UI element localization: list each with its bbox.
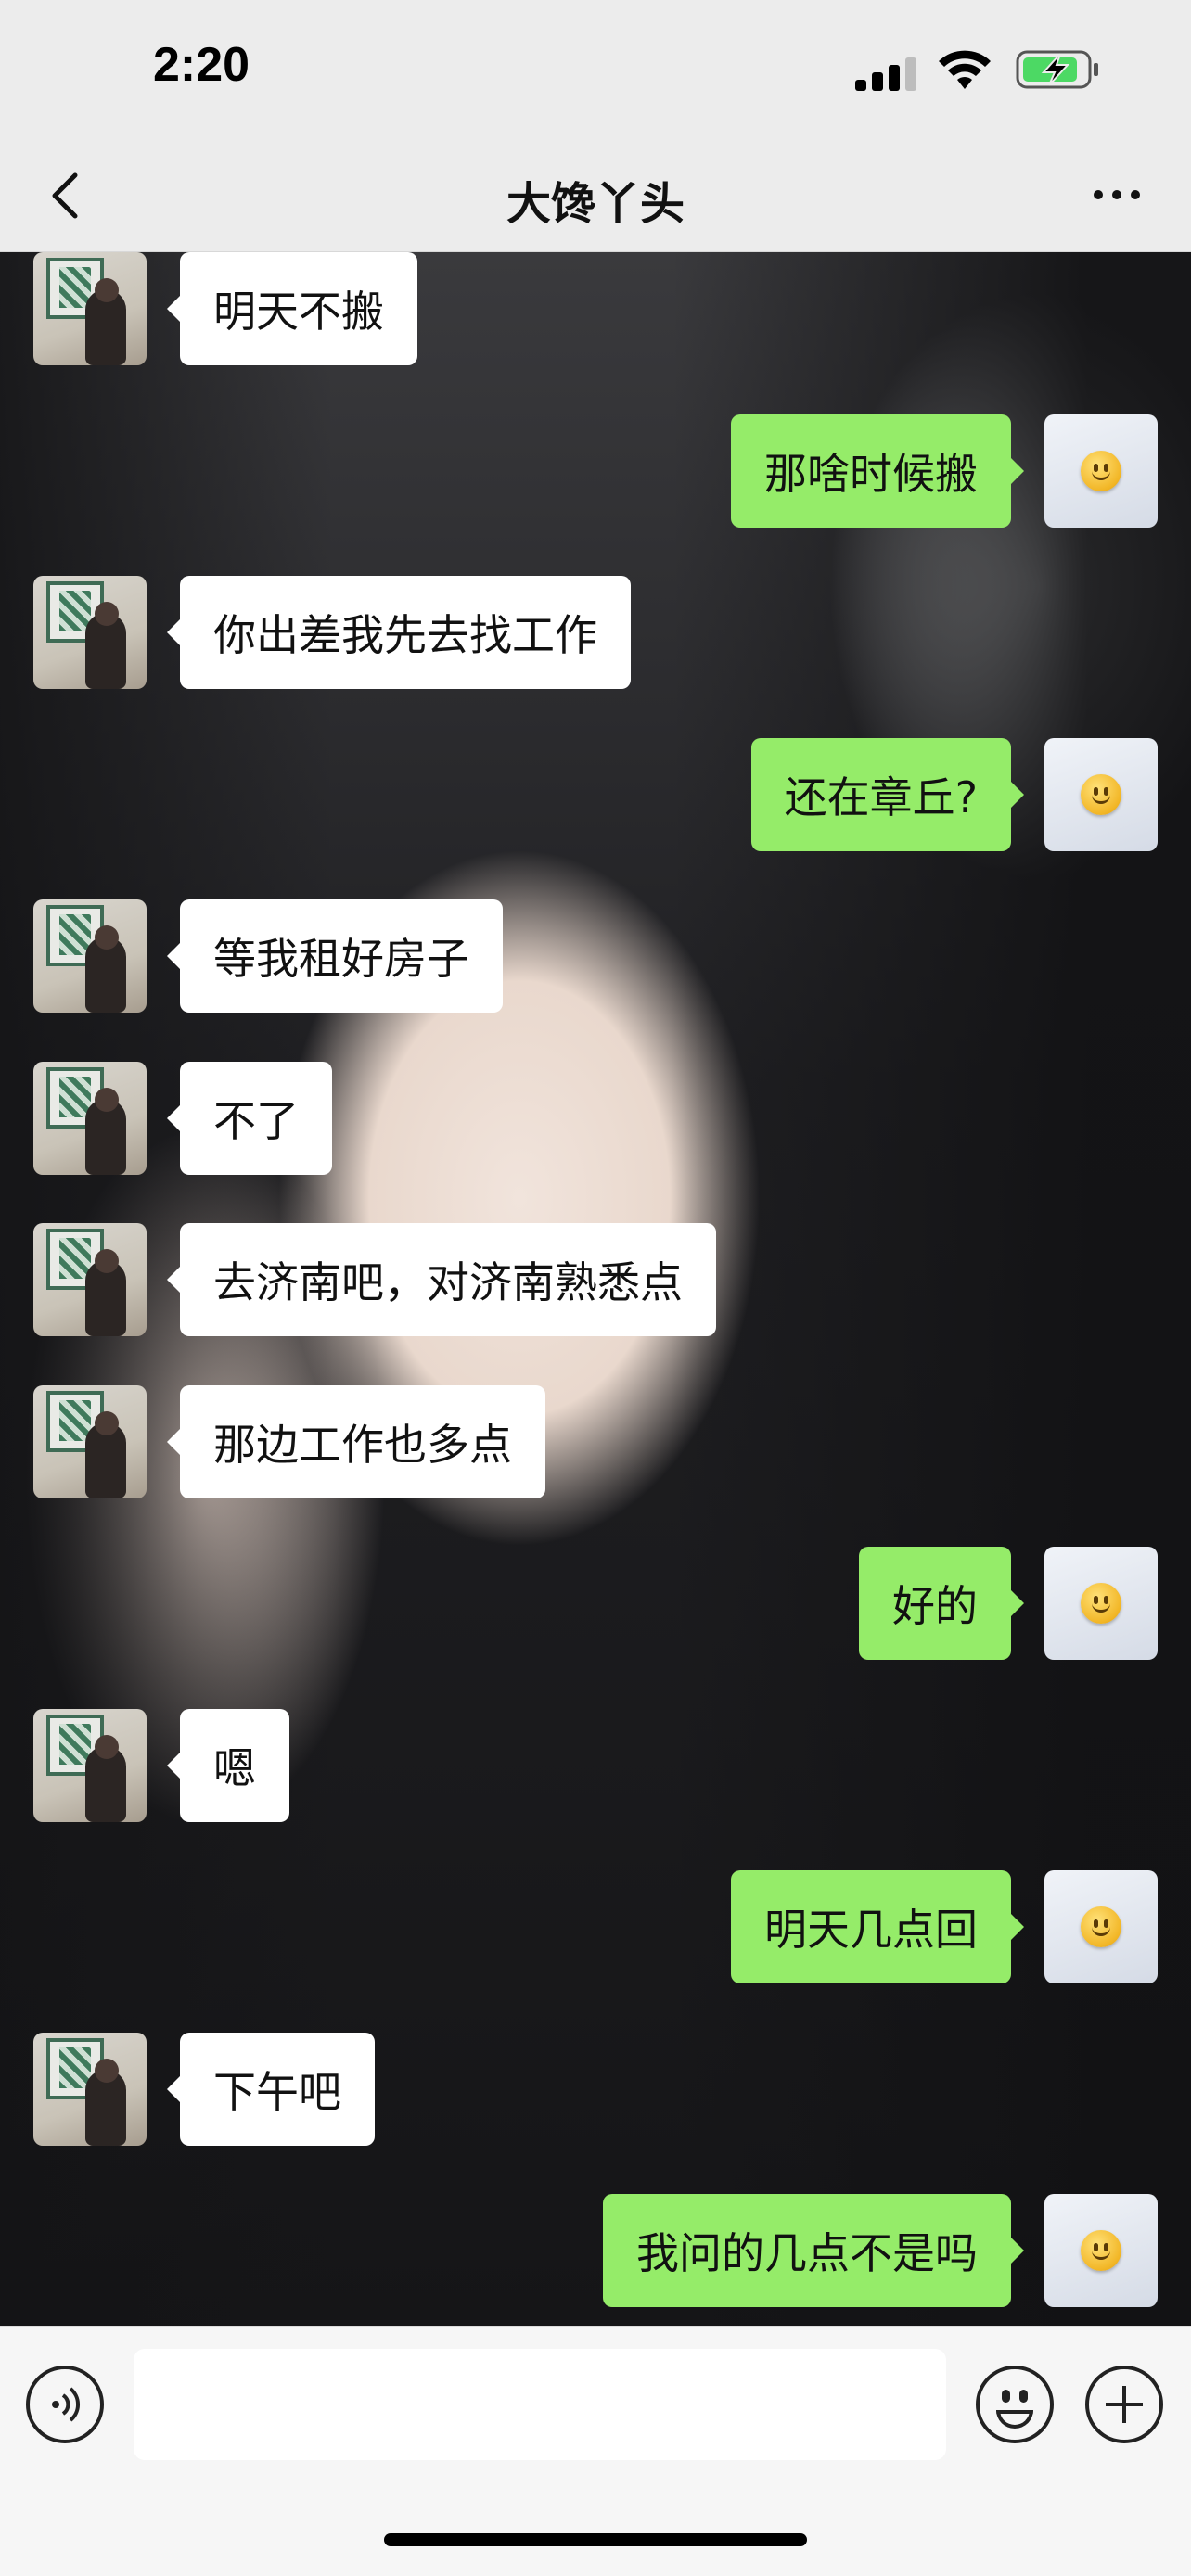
contact-avatar[interactable] bbox=[33, 1385, 147, 1498]
message-row: 去济南吧，对济南熟悉点 bbox=[0, 1223, 1191, 1336]
contact-avatar[interactable] bbox=[33, 576, 147, 689]
received-message-bubble[interactable]: 下午吧 bbox=[167, 2033, 375, 2146]
smiley-icon bbox=[1081, 1583, 1121, 1624]
message-row: 明天几点回 bbox=[0, 1870, 1191, 1983]
more-options-button[interactable] bbox=[1080, 167, 1154, 223]
received-message-bubble[interactable]: 嗯 bbox=[167, 1709, 289, 1822]
message-row: 等我租好房子 bbox=[0, 899, 1191, 1013]
message-row: 明天不搬 bbox=[0, 252, 1191, 365]
smiley-icon bbox=[1081, 451, 1121, 491]
chat-header: 大馋丫头 bbox=[0, 139, 1191, 252]
wifi-icon bbox=[939, 50, 991, 89]
contact-avatar[interactable] bbox=[33, 1223, 147, 1336]
message-row: 下午吧 bbox=[0, 2033, 1191, 2146]
sent-message-bubble[interactable]: 还在章丘? bbox=[750, 738, 1025, 851]
received-message-bubble[interactable]: 明天不搬 bbox=[167, 252, 417, 365]
message-row: 嗯 bbox=[0, 1709, 1191, 1822]
smiley-icon bbox=[1081, 774, 1121, 815]
message-row: 那边工作也多点 bbox=[0, 1385, 1191, 1498]
voice-button[interactable] bbox=[26, 2366, 104, 2443]
sent-message-bubble[interactable]: 我问的几点不是吗 bbox=[603, 2194, 1024, 2307]
emoji-button[interactable] bbox=[976, 2366, 1054, 2443]
battery-charging-icon bbox=[1016, 50, 1098, 89]
chat-title: 大馋丫头 bbox=[506, 178, 685, 230]
my-avatar[interactable] bbox=[1044, 1870, 1158, 1983]
my-avatar[interactable] bbox=[1044, 1547, 1158, 1660]
message-row: 那啥时候搬 bbox=[0, 414, 1191, 528]
received-message-bubble[interactable]: 那边工作也多点 bbox=[167, 1385, 545, 1498]
contact-avatar[interactable] bbox=[33, 1062, 147, 1175]
emoji-icon bbox=[996, 2410, 1033, 2429]
home-indicator bbox=[384, 2533, 807, 2546]
more-dots-icon bbox=[1094, 190, 1103, 199]
message-list[interactable]: 明天不搬那啥时候搬 你出差我先去找工作还在章丘? 等我租好房子 不了去济南吧，对济南熟… bbox=[0, 252, 1191, 2326]
status-time: 2:20 bbox=[153, 38, 250, 92]
message-row: 不了 bbox=[0, 1062, 1191, 1175]
message-row: 好的 bbox=[0, 1547, 1191, 1660]
received-message-bubble[interactable]: 去济南吧，对济南熟悉点 bbox=[167, 1223, 716, 1336]
message-row: 还在章丘? bbox=[0, 738, 1191, 851]
received-message-bubble[interactable]: 等我租好房子 bbox=[167, 899, 503, 1013]
cellular-signal-icon bbox=[855, 57, 920, 91]
smiley-icon bbox=[1081, 2230, 1121, 2271]
received-message-bubble[interactable]: 不了 bbox=[167, 1062, 332, 1175]
my-avatar[interactable] bbox=[1044, 414, 1158, 528]
contact-avatar[interactable] bbox=[33, 1709, 147, 1822]
voice-icon bbox=[52, 2387, 81, 2422]
message-row: 你出差我先去找工作 bbox=[0, 576, 1191, 689]
contact-avatar[interactable] bbox=[33, 899, 147, 1013]
message-input[interactable] bbox=[134, 2349, 946, 2460]
contact-avatar[interactable] bbox=[33, 252, 147, 365]
my-avatar[interactable] bbox=[1044, 2194, 1158, 2307]
sent-message-bubble[interactable]: 好的 bbox=[859, 1547, 1024, 1660]
received-message-bubble[interactable]: 你出差我先去找工作 bbox=[167, 576, 631, 689]
message-row: 我问的几点不是吗 bbox=[0, 2194, 1191, 2307]
contact-avatar[interactable] bbox=[33, 2033, 147, 2146]
smiley-icon bbox=[1081, 1906, 1121, 1947]
sent-message-bubble[interactable]: 明天几点回 bbox=[731, 1870, 1024, 1983]
plus-button[interactable] bbox=[1085, 2366, 1163, 2443]
status-bar: 2:20 bbox=[0, 0, 1191, 139]
my-avatar[interactable] bbox=[1044, 738, 1158, 851]
sent-message-bubble[interactable]: 那啥时候搬 bbox=[731, 414, 1024, 528]
